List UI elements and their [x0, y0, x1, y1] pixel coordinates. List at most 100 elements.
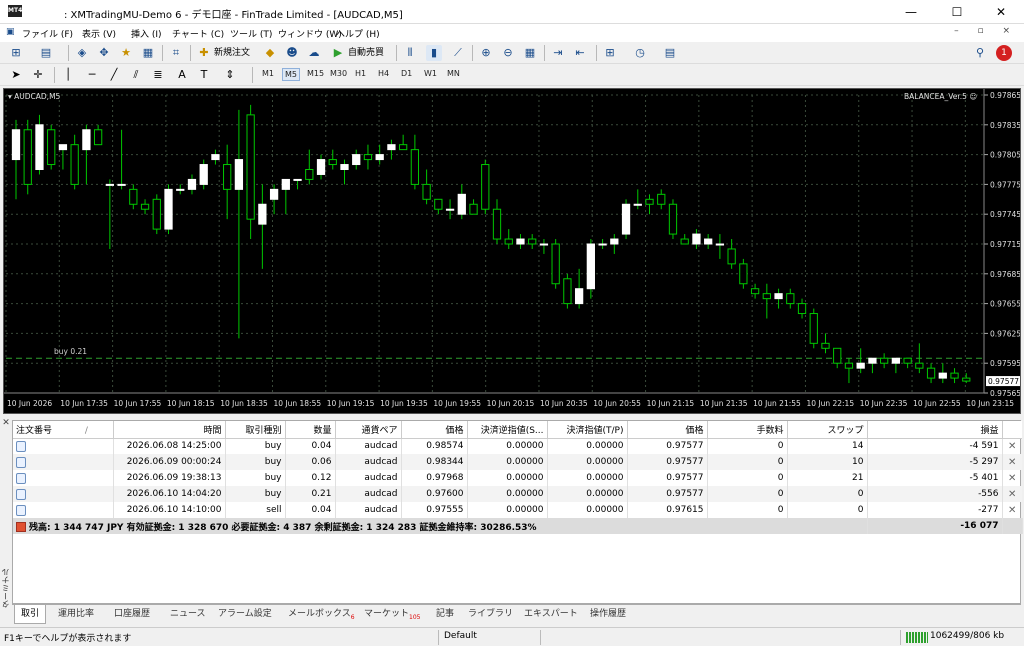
minimize-button[interactable]: — — [888, 0, 934, 24]
crosshair-icon[interactable]: ✛ — [30, 67, 46, 83]
close-order-icon[interactable]: ✕ — [1002, 454, 1022, 470]
strategy-tester-icon[interactable]: ⌗ — [168, 45, 184, 61]
timeframe-m30[interactable]: M30 — [328, 68, 349, 79]
navigator-icon[interactable]: ✥ — [96, 45, 112, 61]
text-icon[interactable]: A — [174, 67, 190, 83]
menu-view[interactable]: 表示 (V) — [82, 27, 116, 40]
col-swap[interactable]: スワップ — [787, 421, 868, 439]
cursor-icon[interactable]: ➤ — [8, 67, 24, 83]
tab-7[interactable]: 記事 — [430, 605, 460, 624]
data-window-icon[interactable]: ★ — [118, 45, 134, 61]
price-tick-label: 0.97565 — [990, 389, 1020, 398]
timeframe-m15[interactable]: M15 — [305, 68, 326, 79]
col-order-number[interactable]: 注文番号 / — [13, 421, 114, 439]
metaeditor-icon[interactable]: ◆ — [262, 45, 278, 61]
periods-icon[interactable]: ◷ — [632, 45, 648, 61]
tile-windows-icon[interactable]: ▦ — [522, 45, 538, 61]
vps-icon[interactable]: ☁ — [306, 45, 322, 61]
menu-file[interactable]: ファイル (F) — [22, 27, 73, 40]
col-symbol[interactable]: 通貨ペア — [335, 421, 402, 439]
chart-shift-icon[interactable]: ⇤ — [572, 45, 588, 61]
profiles-icon[interactable]: ▤ — [38, 45, 54, 61]
terminal-icon[interactable]: ▦ — [140, 45, 156, 61]
col-volume[interactable]: 数量 — [285, 421, 336, 439]
col-profit[interactable]: 損益 — [867, 421, 1003, 439]
zoom-in-icon[interactable]: ⊕ — [478, 45, 494, 61]
table-row[interactable]: 2026.06.09 19:38:13 buy 0.12 audcad 0.97968 0… — [13, 470, 1022, 486]
timeframe-mn[interactable]: MN — [445, 68, 462, 79]
menu-tools[interactable]: ツール (T) — [230, 27, 272, 40]
tab-6[interactable]: マーケット105 — [358, 605, 426, 624]
timeframe-d1[interactable]: D1 — [399, 68, 414, 79]
candle-body — [305, 169, 314, 180]
table-row[interactable]: 2026.06.10 14:10:00 sell 0.04 audcad 0.97555… — [13, 502, 1022, 518]
line-chart-icon[interactable]: ⟋ — [450, 45, 466, 61]
tab-5[interactable]: メールボックス6 — [282, 605, 361, 624]
price-chart[interactable]: 0.97865 0.97835 0.97805 0.97775 0.97745 0.977… — [3, 88, 1021, 414]
tab-2[interactable]: 口座履歴 — [108, 605, 156, 624]
templates-icon[interactable]: ▤ — [662, 45, 678, 61]
community-icon[interactable]: ☻ — [284, 45, 300, 61]
menu-window[interactable]: ウィンドウ (W) — [278, 27, 342, 40]
market-watch-icon[interactable]: ◈ — [74, 45, 90, 61]
text-label-icon[interactable]: T — [196, 67, 212, 83]
zoom-out-icon[interactable]: ⊖ — [500, 45, 516, 61]
close-order-icon[interactable]: ✕ — [1002, 502, 1022, 518]
tab-10[interactable]: 操作履歴 — [584, 605, 632, 624]
equidistant-channel-icon[interactable]: ⫽ — [128, 67, 144, 83]
fibonacci-icon[interactable]: ≣ — [150, 67, 166, 83]
close-order-icon[interactable]: ✕ — [1002, 486, 1022, 502]
tab-0[interactable]: 取引 — [14, 605, 47, 624]
menu-help[interactable]: ヘルプ (H) — [336, 27, 380, 40]
tab-label: エキスパート — [524, 609, 578, 619]
terminal-close-icon[interactable]: ✕ — [0, 418, 12, 428]
tab-3[interactable]: ニュース — [164, 605, 212, 624]
menu-chart[interactable]: チャート (C) — [172, 27, 224, 40]
status-help-text: F1キーでヘルプが表示されます — [4, 634, 132, 644]
arrows-icon[interactable]: ⇕ — [222, 67, 238, 83]
autoscroll-icon[interactable]: ⇥ — [550, 45, 566, 61]
mdi-app-icon[interactable]: ▣ — [6, 27, 15, 37]
new-chart-icon[interactable]: ⊞ — [8, 45, 24, 61]
col-open-price[interactable]: 価格 — [401, 421, 468, 439]
mdi-window-buttons[interactable]: – ▫ × — [954, 26, 1018, 36]
col-time[interactable]: 時間 — [113, 421, 226, 439]
horizontal-line-icon[interactable]: ─ — [84, 67, 100, 83]
candle-body — [704, 238, 713, 245]
table-row[interactable]: 2026.06.08 14:25:00 buy 0.04 audcad 0.98574 0… — [13, 438, 1022, 454]
timeframe-h1[interactable]: H1 — [353, 68, 368, 79]
close-button[interactable]: ✕ — [978, 0, 1024, 24]
indicators-icon[interactable]: ⊞ — [602, 45, 618, 61]
bar-chart-icon[interactable]: ⫴ — [402, 45, 418, 61]
col-take-profit[interactable]: 決済指値(T/P) — [547, 421, 628, 439]
account-summary: 残高: 1 344 747 JPY 有効証拠金: 1 328 670 必要証拠金… — [13, 518, 868, 534]
candle-body — [387, 144, 396, 151]
candle-body — [363, 154, 373, 161]
tab-label: メールボックス — [288, 609, 351, 619]
table-row[interactable]: 2026.06.09 00:00:24 buy 0.06 audcad 0.98344 0… — [13, 454, 1022, 470]
vertical-line-icon[interactable]: │ — [60, 67, 76, 83]
col-stop-loss[interactable]: 決済逆指値(S... — [467, 421, 548, 439]
close-order-icon[interactable]: ✕ — [1002, 438, 1022, 454]
cell-time: 2026.06.10 14:10:00 — [113, 502, 226, 518]
timeframe-h4[interactable]: H4 — [376, 68, 391, 79]
tab-8[interactable]: ライブラリ — [462, 605, 519, 624]
col-commission[interactable]: 手数料 — [707, 421, 788, 439]
tab-4[interactable]: アラーム設定 — [212, 605, 278, 624]
search-icon[interactable]: ⚲ — [972, 45, 988, 61]
tab-1[interactable]: 運用比率 — [52, 605, 100, 624]
col-current-price[interactable]: 価格 — [627, 421, 708, 439]
timeframe-m5[interactable]: M5 — [282, 68, 300, 81]
candlestick-chart-icon[interactable]: ▮ — [426, 45, 442, 61]
candlestick-chart[interactable]: 0.97865 0.97835 0.97805 0.97775 0.97745 0.977… — [4, 89, 1020, 413]
timeframe-w1[interactable]: W1 — [422, 68, 439, 79]
table-row[interactable]: 2026.06.10 14:04:20 buy 0.21 audcad 0.97600 0… — [13, 486, 1022, 502]
menu-insert[interactable]: 挿入 (I) — [131, 27, 162, 40]
timeframe-m1[interactable]: M1 — [260, 68, 276, 79]
close-order-icon[interactable]: ✕ — [1002, 470, 1022, 486]
maximize-button[interactable]: ☐ — [934, 0, 980, 24]
col-type[interactable]: 取引種別 — [225, 421, 286, 439]
tab-9[interactable]: エキスパート — [518, 605, 584, 624]
trendline-icon[interactable]: ╱ — [106, 67, 122, 83]
notification-badge-icon[interactable]: 1 — [996, 45, 1012, 61]
